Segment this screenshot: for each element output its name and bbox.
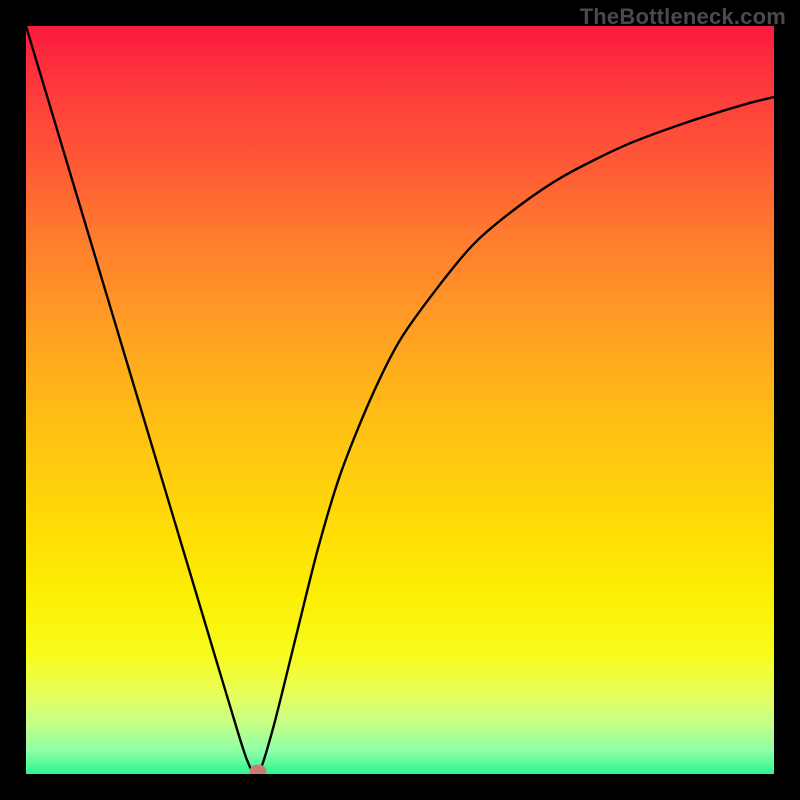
- chart-frame: TheBottleneck.com: [0, 0, 800, 800]
- optimum-marker: [249, 765, 266, 775]
- watermark-text: TheBottleneck.com: [580, 4, 786, 30]
- plot-area: [26, 26, 774, 774]
- bottleneck-curve: [26, 26, 774, 774]
